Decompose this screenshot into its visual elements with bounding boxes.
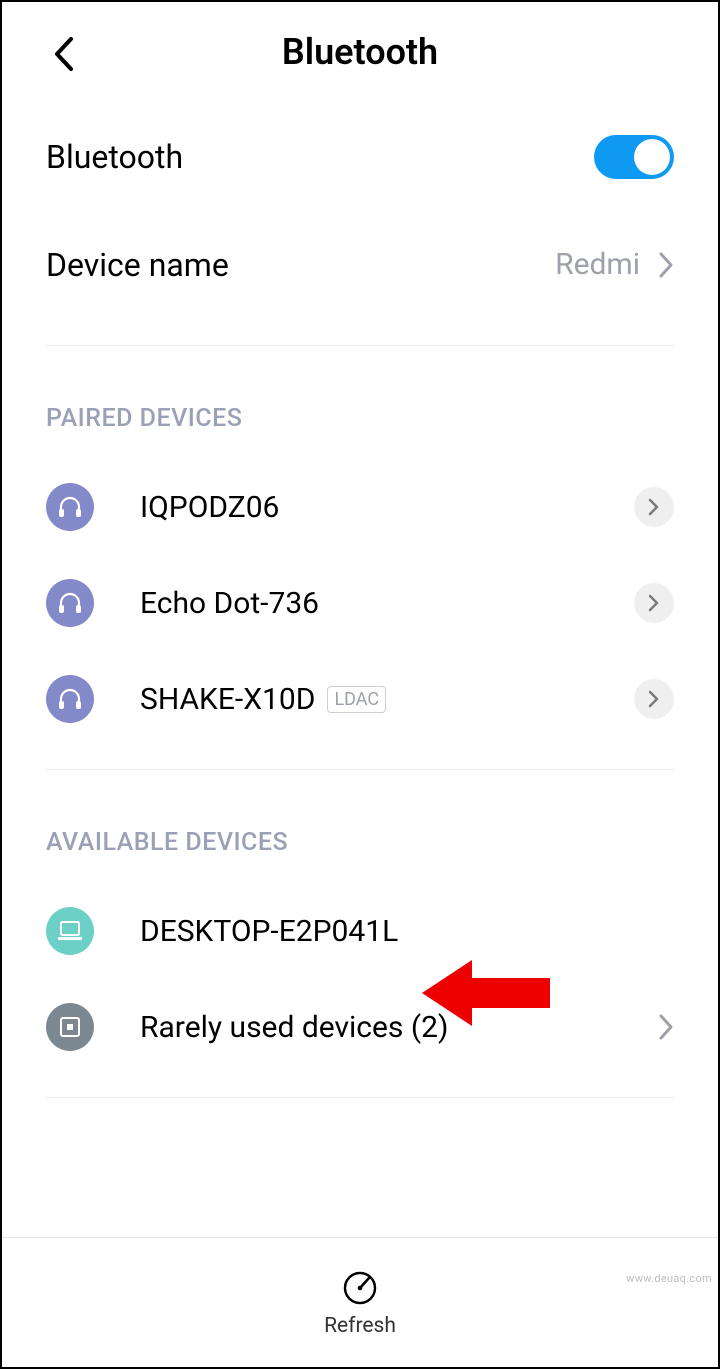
device-name-label: Device name: [46, 246, 555, 284]
device-name: DESKTOP-E2P041L: [140, 914, 674, 949]
page-title: Bluetooth: [282, 31, 438, 73]
device-settings-button[interactable]: [634, 679, 674, 719]
paired-devices-title: PAIRED DEVICES: [2, 346, 718, 459]
rarely-used-row[interactable]: Rarely used devices (2): [2, 979, 718, 1075]
headphones-icon: [46, 483, 94, 531]
device-name-text: SHAKE-X10D: [140, 682, 315, 717]
available-devices-title: AVAILABLE DEVICES: [2, 770, 718, 883]
laptop-icon: [46, 907, 94, 955]
chevron-right-icon: [658, 1014, 674, 1040]
annotation-arrow: [422, 954, 552, 1032]
device-settings-button[interactable]: [634, 583, 674, 623]
device-name: IQPODZ06: [140, 490, 634, 525]
chevron-right-icon: [658, 252, 674, 278]
footer: Refresh: [2, 1237, 718, 1367]
toggle-knob: [634, 139, 670, 175]
generic-device-icon: [46, 1003, 94, 1051]
available-device-row[interactable]: DESKTOP-E2P041L: [2, 883, 718, 979]
device-name: SHAKE-X10D LDAC: [140, 682, 634, 717]
divider: [46, 1097, 674, 1098]
headphones-icon: [46, 579, 94, 627]
headphones-icon: [46, 675, 94, 723]
paired-device-row[interactable]: IQPODZ06: [2, 459, 718, 555]
codec-badge: LDAC: [327, 686, 386, 713]
back-button[interactable]: [44, 34, 84, 74]
paired-device-row[interactable]: SHAKE-X10D LDAC: [2, 651, 718, 747]
refresh-label: Refresh: [324, 1314, 396, 1338]
bluetooth-toggle-row[interactable]: Bluetooth: [2, 102, 718, 212]
rarely-used-label: Rarely used devices (2): [140, 1010, 658, 1045]
refresh-icon: [340, 1268, 380, 1308]
header: Bluetooth: [2, 2, 718, 102]
chevron-left-icon: [53, 37, 75, 71]
refresh-button[interactable]: Refresh: [324, 1268, 396, 1338]
device-settings-button[interactable]: [634, 487, 674, 527]
device-name: Echo Dot-736: [140, 586, 634, 621]
chevron-right-icon: [648, 498, 660, 516]
bluetooth-toggle[interactable]: [594, 135, 674, 179]
watermark: www.deuaq.com: [626, 1272, 712, 1285]
device-name-value: Redmi: [555, 247, 640, 282]
bluetooth-label: Bluetooth: [46, 138, 594, 176]
chevron-right-icon: [648, 594, 660, 612]
device-name-row[interactable]: Device name Redmi: [2, 212, 718, 317]
paired-device-row[interactable]: Echo Dot-736: [2, 555, 718, 651]
chevron-right-icon: [648, 690, 660, 708]
